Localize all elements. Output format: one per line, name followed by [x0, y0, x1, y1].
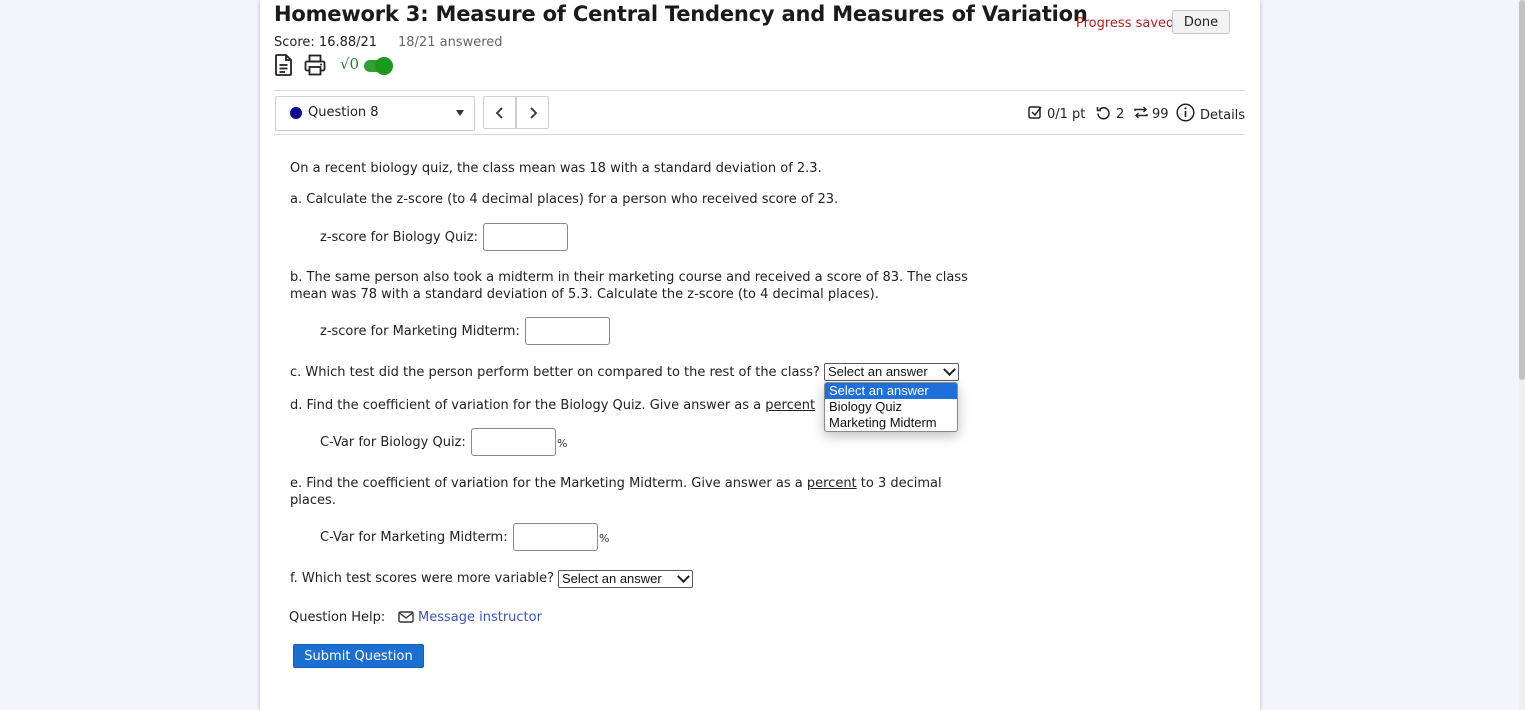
retries-count: 2: [1116, 107, 1125, 122]
previous-question-button[interactable]: [483, 96, 516, 129]
question-help-label: Question Help:: [289, 610, 386, 625]
question-selector-label: Question 8: [308, 105, 379, 120]
percent-symbol: %: [557, 437, 568, 450]
part-c-select-value: Select an answer: [828, 364, 928, 379]
cvar-biology-input[interactable]: [471, 428, 556, 456]
points-value: 0/1 pt: [1047, 107, 1086, 122]
z-score-biology-input[interactable]: [483, 223, 568, 251]
points-checkbox-icon: [1028, 105, 1043, 124]
chevron-down-icon: [677, 570, 690, 584]
part-b-line1: b. The same person also took a midterm i…: [290, 270, 968, 285]
divider: [274, 90, 1245, 91]
chevron-down-icon: [943, 363, 956, 377]
submit-question-button[interactable]: Submit Question: [293, 644, 424, 668]
part-c-options-list: Select an answer Biology Quiz Marketing …: [824, 382, 958, 432]
part-f-text: f. Which test scores were more variable?: [290, 571, 555, 586]
attempts-count: 99: [1152, 107, 1169, 122]
part-e-line2: places.: [290, 493, 336, 508]
question-intro: On a recent biology quiz, the class mean…: [290, 161, 822, 176]
option-select-an-answer[interactable]: Select an answer: [825, 383, 957, 399]
question-selector[interactable]: Question 8: [275, 96, 475, 131]
z-score-marketing-input[interactable]: [525, 317, 610, 345]
part-d-prefix: d. Find the coefficient of variation for…: [290, 398, 766, 413]
divider: [274, 134, 1245, 135]
print-icon[interactable]: [304, 54, 326, 80]
message-instructor-link[interactable]: Message instructor: [418, 610, 542, 625]
part-e-suffix: to 3 decimal: [856, 476, 942, 491]
part-a-label: z-score for Biology Quiz:: [320, 230, 478, 245]
math-entry-toggle[interactable]: [364, 57, 393, 75]
part-f-select[interactable]: Select an answer: [558, 570, 693, 588]
score-text: Score: 16.88/21: [274, 35, 378, 50]
part-e-line1: e. Find the coefficient of variation for…: [290, 475, 942, 492]
percent-link[interactable]: percent: [765, 398, 815, 413]
mail-icon: [398, 609, 414, 628]
part-e-prefix: e. Find the coefficient of variation for…: [290, 476, 807, 491]
answered-count: 18/21 answered: [398, 35, 503, 50]
scrollbar[interactable]: [1519, 0, 1525, 710]
part-c-text: c. Which test did the person perform bet…: [290, 365, 820, 380]
part-a-text: a. Calculate the z-score (to 4 decimal p…: [290, 192, 839, 207]
part-c-select[interactable]: Select an answer: [824, 363, 959, 381]
attempts-icon: [1133, 105, 1149, 124]
page-title: Homework 3: Measure of Central Tendency …: [274, 2, 1088, 26]
progress-saved-status: Progress saved: [1076, 16, 1175, 31]
percent-link[interactable]: percent: [807, 476, 857, 491]
sqrt-icon: √0: [340, 55, 360, 73]
details-link[interactable]: Details: [1200, 108, 1245, 123]
next-question-button[interactable]: [516, 96, 549, 129]
part-e-label: C-Var for Marketing Midterm:: [320, 530, 508, 545]
done-button[interactable]: Done: [1172, 10, 1230, 34]
scrollbar-thumb[interactable]: [1519, 0, 1525, 380]
chevron-right-icon: [529, 106, 537, 119]
caret-down-icon: [456, 110, 464, 116]
part-b-line2: mean was 78 with a standard deviation of…: [290, 287, 879, 302]
toggle-knob: [375, 57, 393, 75]
info-icon[interactable]: [1176, 103, 1195, 126]
option-marketing-midterm[interactable]: Marketing Midterm: [825, 415, 957, 431]
percent-symbol: %: [599, 532, 610, 545]
cvar-marketing-input[interactable]: [513, 523, 598, 551]
part-b-label: z-score for Marketing Midterm:: [320, 324, 520, 339]
part-d-text: d. Find the coefficient of variation for…: [290, 397, 815, 414]
option-biology-quiz[interactable]: Biology Quiz: [825, 399, 957, 415]
document-icon[interactable]: [274, 54, 294, 80]
part-d-label: C-Var for Biology Quiz:: [320, 435, 466, 450]
homework-page: Homework 3: Measure of Central Tendency …: [260, 0, 1260, 710]
retry-icon: [1096, 105, 1111, 124]
question-status-dot: [290, 107, 302, 119]
part-f-select-value: Select an answer: [562, 571, 662, 586]
chevron-left-icon: [495, 106, 503, 119]
